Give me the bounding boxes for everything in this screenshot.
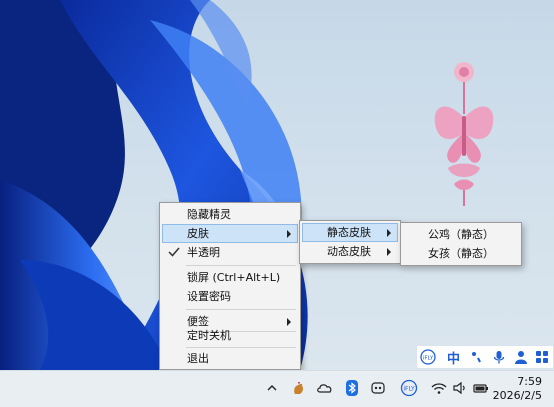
menu-item-set-password[interactable]: 设置密码 — [162, 287, 298, 306]
microphone-icon[interactable] — [491, 349, 507, 365]
system-clock[interactable]: 7:59 2026/2/5 — [493, 375, 542, 403]
menu-item-label: 退出 — [187, 352, 209, 365]
rooster-app-icon[interactable] — [289, 379, 307, 397]
menu-separator — [186, 347, 296, 348]
menu-item-label: 公鸡（静态） — [428, 228, 494, 241]
checkmark-icon — [168, 247, 180, 257]
static-skin-submenu: 公鸡（静态） 女孩（静态） — [400, 222, 522, 266]
menu-item-label: 静态皮肤 — [327, 226, 371, 239]
menu-item-lock-screen[interactable]: 锁屏 (Ctrl+Alt+L) — [162, 268, 298, 287]
iflytek-logo-icon[interactable]: iFLY — [420, 349, 436, 365]
menu-item-label: 半透明 — [187, 246, 220, 259]
ime-mode-indicator[interactable]: 中 — [447, 348, 460, 367]
speaker-icon[interactable] — [451, 379, 469, 397]
menu-item-rooster-static[interactable]: 公鸡（静态） — [403, 225, 519, 244]
clock-time: 7:59 — [517, 375, 542, 388]
desktop-sprite-butterfly — [434, 62, 494, 206]
grid-apps-icon[interactable] — [534, 349, 550, 365]
menu-item-label: 锁屏 (Ctrl+Alt+L) — [187, 271, 281, 284]
menu-item-exit[interactable]: 退出 — [162, 349, 298, 368]
clock-date: 2026/2/5 — [492, 389, 542, 402]
punctuation-icon[interactable] — [469, 349, 485, 365]
chevron-up-icon[interactable] — [263, 379, 281, 397]
menu-item-label: 隐藏精灵 — [187, 208, 231, 221]
svg-text:iFLY: iFLY — [403, 386, 415, 393]
menu-item-label: 动态皮肤 — [327, 245, 371, 258]
user-icon[interactable] — [513, 349, 529, 365]
menu-item-skin[interactable]: 皮肤 — [162, 224, 298, 243]
menu-separator — [186, 309, 296, 310]
menu-item-static-skin[interactable]: 静态皮肤 — [302, 223, 398, 242]
menu-item-label: 女孩（静态） — [428, 247, 494, 260]
submenu-arrow-icon — [387, 248, 391, 256]
iflytek-tray-icon[interactable]: iFLY — [400, 379, 418, 397]
wifi-icon[interactable] — [430, 379, 448, 397]
menu-item-label: 设置密码 — [187, 290, 231, 303]
bluetooth-icon[interactable] — [343, 379, 361, 397]
menu-item-label: 皮肤 — [187, 227, 209, 240]
submenu-arrow-icon — [287, 230, 291, 238]
menu-item-label: 定时关机 — [187, 329, 231, 342]
menu-separator — [186, 265, 296, 266]
battery-icon[interactable] — [472, 379, 490, 397]
menu-item-hide-sprite[interactable]: 隐藏精灵 — [162, 205, 298, 224]
skin-submenu: 静态皮肤 动态皮肤 — [299, 220, 401, 264]
menu-item-translucent[interactable]: 半透明 — [162, 243, 298, 262]
cloud-icon[interactable] — [316, 379, 334, 397]
copilot-icon[interactable] — [369, 379, 387, 397]
submenu-arrow-icon — [387, 229, 391, 237]
sprite-context-menu: 隐藏精灵 皮肤 半透明 锁屏 (Ctrl+Alt+L) 设置密码 便签 定时关机… — [159, 202, 301, 370]
submenu-arrow-icon — [287, 318, 291, 326]
menu-item-girl-static[interactable]: 女孩（静态） — [403, 244, 519, 263]
ime-toolbar: iFLY 中 — [416, 345, 554, 369]
svg-text:iFLY: iFLY — [423, 356, 434, 362]
taskbar: iFLY 7:59 2026/2/5 — [0, 370, 554, 407]
menu-item-timed-shutdown[interactable]: 定时关机 — [162, 326, 298, 345]
menu-item-dynamic-skin[interactable]: 动态皮肤 — [302, 242, 398, 261]
